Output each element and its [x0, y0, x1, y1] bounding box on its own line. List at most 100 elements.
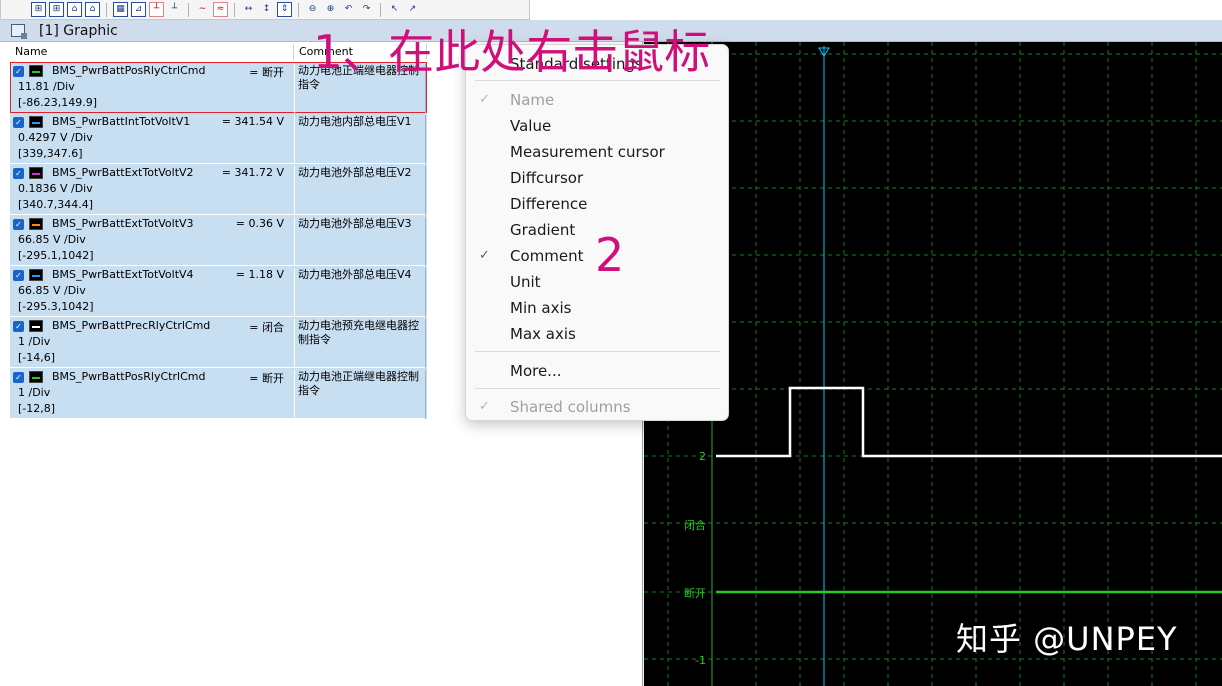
channel-icon[interactable]: ⊞	[31, 2, 46, 17]
fit-icon[interactable]: ⇕	[277, 2, 292, 17]
wave-icon[interactable]: ∼	[195, 2, 210, 17]
check-icon: ✓	[479, 399, 490, 414]
window-title: [1] Graphic	[39, 22, 118, 39]
signal-trace-prec-rly	[716, 386, 1222, 458]
menu-item-unit[interactable]: Unit	[510, 273, 541, 291]
menu-item-difference[interactable]: Difference	[510, 195, 587, 213]
signal-value: = 1.18 V	[235, 268, 284, 281]
menu-item-measurement-cursor[interactable]: Measurement cursor	[510, 143, 665, 161]
axis-label-minus-1: -1	[695, 654, 706, 667]
signal-name: BMS_PwrBattExtTotVoltV4	[52, 268, 194, 281]
signal-color-swatch	[29, 218, 43, 230]
checkbox-icon[interactable]: ✓	[13, 372, 24, 383]
nav-back-icon[interactable]: ↖	[387, 2, 402, 17]
signal-name: BMS_PwrBattPosRlyCtrlCmd	[52, 370, 206, 383]
checkbox-icon[interactable]: ✓	[13, 168, 24, 179]
expand-y-icon[interactable]: ↕	[259, 2, 274, 17]
check-icon: ✓	[479, 92, 490, 107]
channel-icon[interactable]: ⊞	[49, 2, 64, 17]
menu-item-name[interactable]: Name	[510, 91, 554, 109]
menu-item-min-axis[interactable]: Min axis	[510, 299, 571, 317]
checkbox-icon[interactable]: ✓	[13, 117, 24, 128]
menu-item-more[interactable]: More...	[510, 362, 562, 380]
graph-area[interactable]: 2 闭合 断开 -1	[644, 42, 1222, 686]
wave-icon[interactable]: ≈	[213, 2, 228, 17]
signal-div: 1 /Div	[18, 335, 51, 348]
swatch-line	[32, 326, 40, 328]
nav-forward-icon[interactable]: ↗	[405, 2, 420, 17]
axis-label-open: 断开	[684, 586, 706, 600]
expand-x-icon[interactable]: ↔	[241, 2, 256, 17]
signal-comment[interactable]: 动力电池外部总电压V2	[294, 166, 426, 215]
signal-name: BMS_PwrBattPosRlyCtrlCmd	[52, 64, 206, 77]
swatch-line	[32, 122, 40, 124]
menu-item-comment[interactable]: Comment	[510, 247, 584, 265]
signal-comment[interactable]: 动力电池外部总电压V4	[294, 268, 426, 317]
redo-icon[interactable]: ↷	[359, 2, 374, 17]
signal-div: 1 /Div	[18, 386, 51, 399]
signal-value: = 341.54 V	[221, 115, 284, 128]
signal-value: = 0.36 V	[235, 217, 284, 230]
chart-icon[interactable]: ⊿	[131, 2, 146, 17]
signal-range: [-86.23,149.9]	[18, 96, 98, 109]
menu-item-gradient[interactable]: Gradient	[510, 221, 575, 239]
signal-row[interactable]: ✓ BMS_PwrBattExtTotVoltV2 = 341.72 V 0.1…	[10, 164, 427, 215]
signal-value: = 341.72 V	[221, 166, 284, 179]
cursor-icon[interactable]: ┴	[167, 2, 182, 17]
menu-item-max-axis[interactable]: Max axis	[510, 325, 576, 343]
annotation-step-2: 2	[595, 228, 625, 282]
signal-comment[interactable]: 动力电池正端继电器控制指令	[294, 370, 426, 419]
checkbox-icon[interactable]: ✓	[13, 219, 24, 230]
zoom-out-icon[interactable]: ⊖	[305, 2, 320, 17]
signal-comment[interactable]: 动力电池外部总电压V3	[294, 217, 426, 266]
signal-color-swatch	[29, 320, 43, 332]
signal-row[interactable]: ✓ BMS_PwrBattExtTotVoltV3 = 0.36 V 66.85…	[10, 215, 427, 266]
signal-div: 0.1836 V /Div	[18, 182, 93, 195]
grid-icon[interactable]: ▦	[113, 2, 128, 17]
signal-row[interactable]: ✓ BMS_PwrBattIntTotVoltV1 = 341.54 V 0.4…	[10, 113, 427, 164]
signal-row[interactable]: ✓ BMS_PwrBattPrecRlyCtrlCmd = 闭合 1 /Div …	[10, 317, 427, 368]
graph-canvas: 2 闭合 断开 -1	[644, 42, 1222, 686]
signal-range: [339,347.6]	[18, 147, 83, 160]
signal-comment[interactable]: 动力电池预充电继电器控制指令	[294, 319, 426, 368]
checkbox-icon[interactable]: ✓	[13, 66, 24, 77]
undo-icon[interactable]: ↶	[341, 2, 356, 17]
signal-comment[interactable]: 动力电池内部总电压V1	[294, 115, 426, 164]
column-header-name[interactable]: Name	[10, 44, 294, 60]
menu-item-diffcursor[interactable]: Diffcursor	[510, 169, 583, 187]
signal-row[interactable]: ✓ BMS_PwrBattPosRlyCtrlCmd = 断开 1 /Div […	[10, 368, 427, 419]
checkbox-icon[interactable]: ✓	[13, 321, 24, 332]
signal-range: [-12,8]	[18, 402, 56, 415]
chart-icon[interactable]: ⌂	[85, 2, 100, 17]
toolbar-separator	[298, 2, 299, 17]
toolbar-separator	[106, 2, 107, 17]
toolbar-separator	[380, 2, 381, 17]
toolbar-separator	[234, 2, 235, 17]
signal-color-swatch	[29, 371, 43, 383]
cursor-icon[interactable]: ┴	[149, 2, 164, 17]
swatch-line	[32, 173, 40, 175]
signal-range: [-295.3,1042]	[18, 300, 94, 313]
axis-label-closed: 闭合	[684, 518, 706, 532]
chart-icon[interactable]: ⌂	[67, 2, 82, 17]
checkbox-icon[interactable]: ✓	[13, 270, 24, 281]
signal-div: 11.81 /Div	[18, 80, 75, 93]
menu-item-shared-columns[interactable]: Shared columns	[510, 398, 631, 416]
menu-separator	[475, 388, 720, 389]
zoom-in-icon[interactable]: ⊕	[323, 2, 338, 17]
swatch-line	[32, 377, 40, 379]
signal-row[interactable]: ✓ BMS_PwrBattExtTotVoltV4 = 1.18 V 66.85…	[10, 266, 427, 317]
signal-div: 0.4297 V /Div	[18, 131, 93, 144]
signal-range: [-14,6]	[18, 351, 56, 364]
signal-color-swatch	[29, 167, 43, 179]
axis-label-2: 2	[699, 450, 706, 463]
signal-value: = 断开	[249, 372, 284, 385]
signal-name: BMS_PwrBattIntTotVoltV1	[52, 115, 191, 128]
swatch-line	[32, 275, 40, 277]
signal-color-swatch	[29, 269, 43, 281]
window-icon[interactable]	[11, 24, 27, 39]
signal-div: 66.85 V /Div	[18, 284, 86, 297]
signal-value: = 闭合	[249, 321, 284, 334]
menu-item-value[interactable]: Value	[510, 117, 551, 135]
signal-range: [-295.1,1042]	[18, 249, 94, 262]
